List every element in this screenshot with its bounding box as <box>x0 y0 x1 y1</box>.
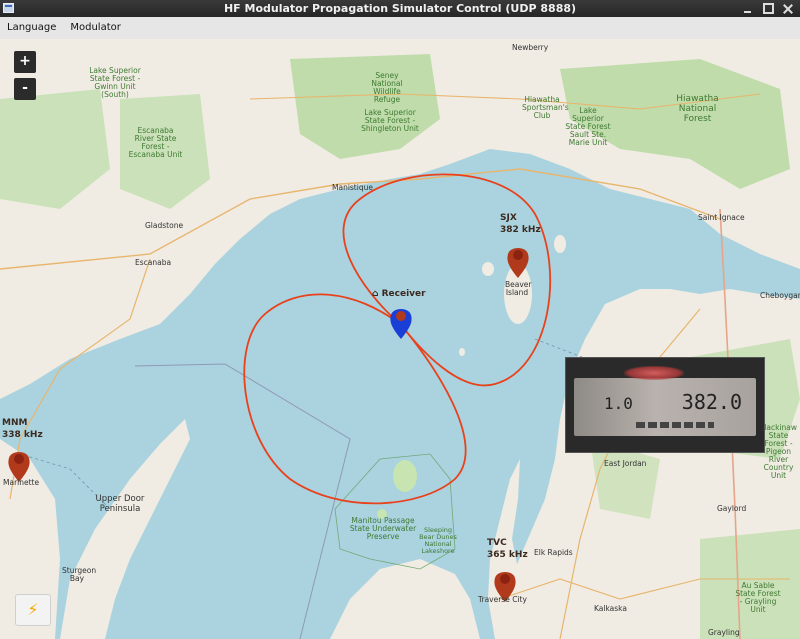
house-icon: ⌂ <box>372 289 379 299</box>
map-label-newberry: Newberry <box>512 43 549 52</box>
map-label-kalkaska: Kalkaska <box>594 604 627 613</box>
map-label-seney: Seney National Wildlife Refuge <box>371 71 403 104</box>
map-label-gaylord: Gaylord <box>717 504 747 513</box>
state-boundary <box>134 363 351 639</box>
map-label-sault-unit: Lake Superior State Forest Sault Ste. Ma… <box>565 106 611 147</box>
menu-bar: Language Modulator <box>0 17 800 40</box>
map-label-gladstone: Gladstone <box>145 221 184 230</box>
land-door-peninsula <box>60 419 190 639</box>
lcd-left-value: 1.0 <box>604 394 633 413</box>
radio-display-photo: 1.0 382.0 <box>565 357 765 453</box>
map-label-au-sable: Au Sable State Forest - Grayling Unit <box>735 581 781 614</box>
activate-button[interactable]: ⚡ <box>15 594 51 626</box>
station-label-tvc: TVC 365 kHz <box>487 537 528 561</box>
map-label-saint-ignace: Saint Ignace <box>698 213 745 222</box>
station-freq: 365 kHz <box>487 550 528 560</box>
station-id: TVC <box>487 538 507 548</box>
island-gull <box>459 348 465 356</box>
island-garden <box>554 235 566 253</box>
map-label-grayling: Grayling <box>708 628 740 637</box>
map-label-escanaba-unit: Escanaba River State Forest - Escanaba U… <box>128 126 183 159</box>
receiver-label-text: Receiver <box>381 289 426 299</box>
land-west-mainland <box>330 559 480 639</box>
map-label-cheboygan: Cheboygan <box>760 291 800 300</box>
map-label-manistique: Manistique <box>332 183 373 192</box>
menu-language[interactable]: Language <box>0 17 63 39</box>
window-title: HF Modulator Propagation Simulator Contr… <box>223 2 577 15</box>
map-label-shingleton: Lake Superior State Forest - Shingleton … <box>361 108 419 133</box>
map-label-sleeping-bear: Sleeping Bear Dunes National Lakeshore <box>419 526 457 555</box>
map-label-sturgeon-bay: Sturgeon Bay <box>62 566 97 583</box>
zoom-in-button[interactable]: + <box>14 51 36 73</box>
island-high <box>482 262 494 276</box>
map-label-traverse-city: Traverse City <box>478 595 527 604</box>
zoom-out-button[interactable]: - <box>14 78 36 100</box>
map-label-elk-rapids: Elk Rapids <box>534 548 573 557</box>
radio-backlight <box>624 366 684 380</box>
map-label-escanaba: Escanaba <box>135 258 172 267</box>
map-label-gwinn: Lake Superior State Forest - Gwinn Unit … <box>89 66 141 99</box>
station-label-mnm: MNM 338 kHz <box>2 417 43 441</box>
station-label-sjx: SJX 382 kHz <box>500 212 541 236</box>
map-label-hiawatha-forest: Hiawatha National Forest <box>676 94 719 124</box>
maximize-icon[interactable] <box>761 0 774 17</box>
window-controls <box>741 0 794 17</box>
station-id: MNM <box>2 418 28 428</box>
minimize-icon[interactable] <box>741 0 754 17</box>
station-freq: 382 kHz <box>500 225 541 235</box>
map-label-beaver-island: Beaver Island <box>505 280 532 297</box>
receiver-label: ⌂ Receiver <box>372 289 426 299</box>
map-label-marinette: Marinette <box>3 478 40 487</box>
lcd-signal-segments <box>636 422 714 428</box>
window-titlebar: HF Modulator Propagation Simulator Contr… <box>0 0 800 17</box>
island-north-manitou <box>393 460 417 492</box>
lightning-icon: ⚡ <box>27 600 39 619</box>
map-label-east-jordan: East Jordan <box>604 459 647 468</box>
pattern-lobe-southwest <box>243 293 467 505</box>
radio-lcd: 1.0 382.0 <box>574 366 756 436</box>
map-label-hiawatha-club: Hiawatha Sportsman's Club <box>522 95 569 120</box>
map-label-manitou-passage: Manitou Passage State Underwater Preserv… <box>349 516 417 541</box>
close-icon[interactable] <box>781 0 794 17</box>
lcd-frequency-value: 382.0 <box>681 390 742 414</box>
menu-modulator[interactable]: Modulator <box>63 17 128 39</box>
map-view[interactable]: Newberry Lake Superior State Forest - Gw… <box>0 39 800 639</box>
station-id: SJX <box>500 213 517 223</box>
map-label-upper-door: Upper Door Peninsula <box>95 494 145 514</box>
station-freq: 338 kHz <box>2 430 43 440</box>
app-window-icon <box>3 3 14 13</box>
